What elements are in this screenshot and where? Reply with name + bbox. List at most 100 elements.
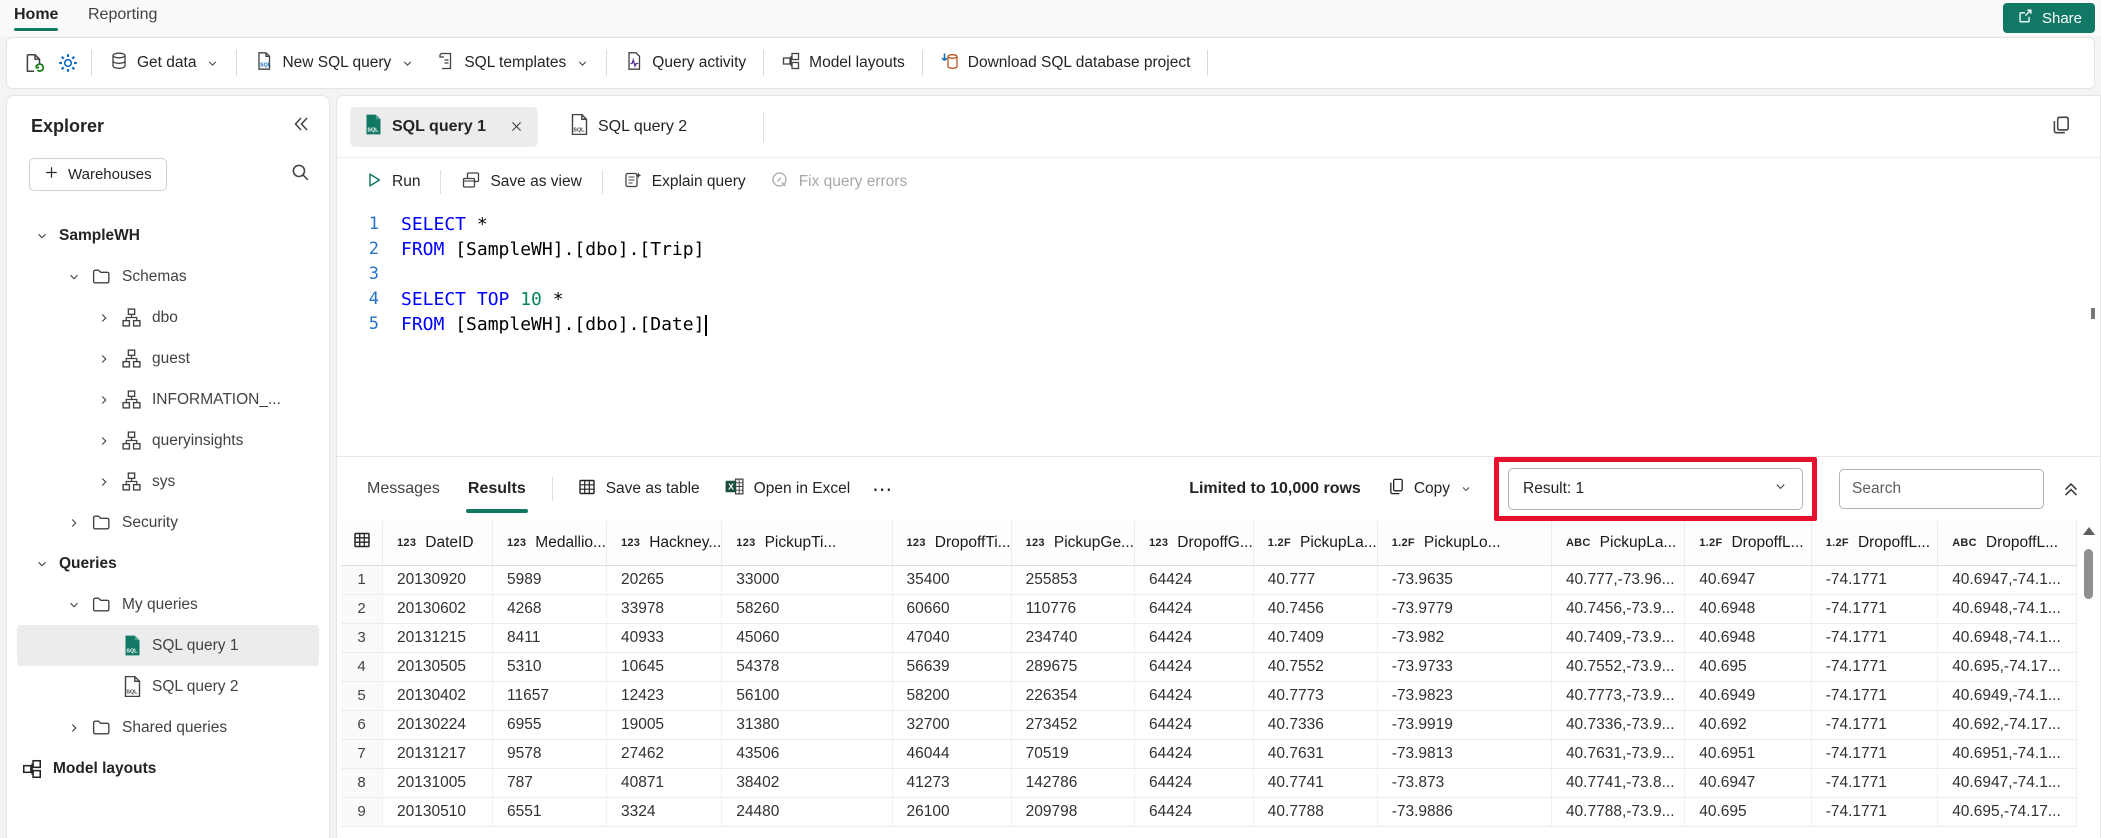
- data-cell[interactable]: 40.695: [1684, 797, 1812, 827]
- data-cell[interactable]: 40.7552,-73.9...: [1551, 652, 1686, 682]
- row-number-cell[interactable]: 3: [341, 623, 383, 653]
- tree-item-dbo[interactable]: dbo: [17, 297, 319, 338]
- data-cell[interactable]: 40.692,-74.17...: [1937, 710, 2077, 740]
- chevron-down-icon[interactable]: [67, 598, 81, 612]
- data-cell[interactable]: 40.6947: [1684, 565, 1812, 595]
- row-number-cell[interactable]: 1: [341, 565, 383, 595]
- new-report-button[interactable]: [17, 46, 51, 80]
- data-cell[interactable]: 40.6951,-74.1...: [1937, 739, 2077, 769]
- data-cell[interactable]: 226354: [1011, 681, 1135, 711]
- data-cell[interactable]: 43506: [721, 739, 893, 769]
- data-cell[interactable]: 47040: [892, 623, 1012, 653]
- row-number-cell[interactable]: 5: [341, 681, 383, 711]
- share-button[interactable]: Share: [2002, 3, 2095, 33]
- column-header-dateid[interactable]: 123 DateID: [382, 521, 494, 566]
- close-tab-icon[interactable]: [509, 119, 524, 134]
- data-cell[interactable]: -73.9779: [1377, 594, 1552, 624]
- editor-line[interactable]: 1 SELECT *: [337, 212, 2100, 237]
- column-header-dropoffl[interactable]: ABC DropoffL...: [1937, 521, 2077, 566]
- data-cell[interactable]: -73.9919: [1377, 710, 1552, 740]
- tree-item-sql-query-2[interactable]: SQL SQL query 2: [17, 666, 319, 707]
- tree-item-security[interactable]: Security: [17, 502, 319, 543]
- chevron-down-icon[interactable]: [35, 557, 49, 571]
- data-cell[interactable]: 64424: [1134, 623, 1254, 653]
- chevron-right-icon[interactable]: [97, 393, 111, 407]
- editor-line[interactable]: 3: [337, 262, 2100, 287]
- data-cell[interactable]: 40.777,-73.96...: [1551, 565, 1686, 595]
- tree-item-my-queries[interactable]: My queries: [17, 584, 319, 625]
- data-cell[interactable]: 289675: [1011, 652, 1135, 682]
- tree-item-samplewh[interactable]: SampleWH: [17, 215, 319, 256]
- data-cell[interactable]: 40.7741: [1253, 768, 1378, 798]
- data-cell[interactable]: -73.9813: [1377, 739, 1552, 769]
- data-cell[interactable]: 35400: [892, 565, 1012, 595]
- data-cell[interactable]: 56100: [721, 681, 893, 711]
- column-header-medallio[interactable]: 123 Medallio...: [492, 521, 607, 566]
- data-cell[interactable]: 273452: [1011, 710, 1135, 740]
- data-cell[interactable]: 19005: [606, 710, 723, 740]
- data-cell[interactable]: 12423: [606, 681, 723, 711]
- data-cell[interactable]: 24480: [721, 797, 893, 827]
- open-in-excel-button[interactable]: X Open in Excel: [712, 476, 863, 502]
- tree-item-queryinsights[interactable]: queryinsights: [17, 420, 319, 461]
- chevron-down-icon[interactable]: [35, 229, 49, 243]
- data-cell[interactable]: 40.7741,-73.8...: [1551, 768, 1686, 798]
- data-cell[interactable]: 4268: [492, 594, 607, 624]
- chevron-right-icon[interactable]: [97, 311, 111, 325]
- column-header-dropoffti[interactable]: 123 DropoffTi...: [892, 521, 1012, 566]
- data-cell[interactable]: 40933: [606, 623, 723, 653]
- data-cell[interactable]: 40.6948: [1684, 623, 1812, 653]
- data-cell[interactable]: 6551: [492, 797, 607, 827]
- data-cell[interactable]: 3324: [606, 797, 723, 827]
- data-cell[interactable]: 234740: [1011, 623, 1135, 653]
- data-cell[interactable]: 40.7336: [1253, 710, 1378, 740]
- results-search-input[interactable]: [1839, 469, 2044, 509]
- chevron-right-icon[interactable]: [97, 352, 111, 366]
- results-scrollbar[interactable]: [2078, 521, 2100, 838]
- tree-item-sql-query-1[interactable]: SQL SQL query 1: [17, 625, 319, 666]
- column-header-hackney[interactable]: 123 Hackney...: [606, 521, 723, 566]
- fix-query-errors-button[interactable]: Fix query errors: [758, 164, 920, 200]
- data-cell[interactable]: 20130402: [382, 681, 494, 711]
- data-cell[interactable]: 40.777: [1253, 565, 1378, 595]
- data-cell[interactable]: 40.7631: [1253, 739, 1378, 769]
- download-sql-project-button[interactable]: Download SQL database project: [929, 45, 1202, 81]
- data-cell[interactable]: 40.6948: [1684, 594, 1812, 624]
- data-cell[interactable]: 40.7788: [1253, 797, 1378, 827]
- duplicate-page-icon[interactable]: [2050, 114, 2072, 140]
- data-cell[interactable]: -74.1771: [1811, 797, 1939, 827]
- data-cell[interactable]: 64424: [1134, 768, 1254, 798]
- data-cell[interactable]: 255853: [1011, 565, 1135, 595]
- data-cell[interactable]: -73.982: [1377, 623, 1552, 653]
- data-cell[interactable]: 56639: [892, 652, 1012, 682]
- tab-sql-query-2[interactable]: SQL SQL query 2: [556, 107, 701, 147]
- column-header-pickupla[interactable]: 1.2F PickupLa...: [1253, 521, 1378, 566]
- data-cell[interactable]: 20130505: [382, 652, 494, 682]
- data-cell[interactable]: 26100: [892, 797, 1012, 827]
- row-number-cell[interactable]: 9: [341, 797, 383, 827]
- data-cell[interactable]: 20130224: [382, 710, 494, 740]
- column-header-pickupti[interactable]: 123 PickupTi...: [721, 521, 893, 566]
- column-header-dropoffl[interactable]: 1.2F DropoffL...: [1684, 521, 1812, 566]
- data-cell[interactable]: 40.6951: [1684, 739, 1812, 769]
- data-cell[interactable]: 40.7456: [1253, 594, 1378, 624]
- data-cell[interactable]: -73.9886: [1377, 797, 1552, 827]
- search-icon[interactable]: [290, 162, 311, 187]
- tab-results[interactable]: Results: [454, 457, 540, 521]
- data-cell[interactable]: 40.7456,-73.9...: [1551, 594, 1686, 624]
- new-sql-query-button[interactable]: SQL New SQL query: [243, 45, 425, 81]
- data-cell[interactable]: 40.7788,-73.9...: [1551, 797, 1686, 827]
- data-cell[interactable]: 20131217: [382, 739, 494, 769]
- scrollbar-thumb[interactable]: [2084, 549, 2093, 599]
- data-cell[interactable]: 5310: [492, 652, 607, 682]
- data-cell[interactable]: 20130602: [382, 594, 494, 624]
- tree-item-shared-queries[interactable]: Shared queries: [17, 707, 319, 748]
- data-cell[interactable]: 40.6947: [1684, 768, 1812, 798]
- data-cell[interactable]: -73.873: [1377, 768, 1552, 798]
- chevron-down-icon[interactable]: [67, 270, 81, 284]
- data-cell[interactable]: 41273: [892, 768, 1012, 798]
- data-cell[interactable]: 5989: [492, 565, 607, 595]
- chevron-right-icon[interactable]: [97, 434, 111, 448]
- data-cell[interactable]: 64424: [1134, 652, 1254, 682]
- chevron-right-icon[interactable]: [67, 516, 81, 530]
